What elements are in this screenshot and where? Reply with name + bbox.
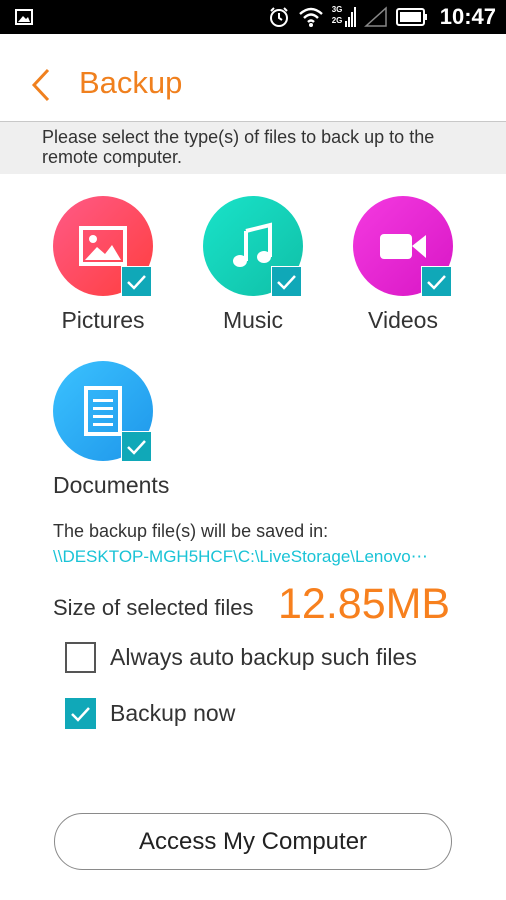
- documents-label: Documents: [53, 472, 170, 498]
- documents-checkmark[interactable]: [121, 431, 152, 462]
- document-icon: [84, 386, 122, 436]
- checkmark-icon: [427, 275, 446, 290]
- network-label-2g: 2G: [331, 16, 343, 25]
- wifi-icon: [298, 7, 323, 27]
- music-checkmark[interactable]: [271, 266, 302, 297]
- save-location-path[interactable]: \\DESKTOP-MGH5HCF\C:\LiveStorage\Lenovo⋯: [53, 547, 468, 567]
- music-label: Music: [222, 307, 284, 333]
- instruction-text: Please select the type(s) of files to ba…: [42, 127, 435, 167]
- auto-backup-label: Always auto backup such files: [110, 644, 417, 670]
- file-type-videos[interactable]: Videos: [348, 196, 458, 336]
- video-camera-icon: [380, 234, 426, 259]
- checkmark-icon: [71, 707, 90, 722]
- videos-label: Videos: [368, 307, 438, 333]
- instruction-banner: Please select the type(s) of files to ba…: [0, 122, 506, 174]
- network-label-3g: 3G: [331, 5, 343, 14]
- no-signal-icon: [363, 6, 387, 27]
- picture-icon: [79, 226, 127, 266]
- alarm-icon: [269, 7, 288, 27]
- battery-icon: [395, 8, 427, 26]
- app-header: Backup: [0, 34, 506, 122]
- pictures-checkmark[interactable]: [121, 266, 152, 297]
- page-title: Backup: [79, 65, 183, 100]
- chevron-left-icon[interactable]: [30, 67, 52, 103]
- checkmark-icon: [127, 440, 146, 455]
- checkmark-icon: [277, 275, 296, 290]
- signal-icon: 3G 2G: [332, 5, 356, 29]
- auto-backup-checkbox[interactable]: [65, 642, 96, 673]
- access-my-computer-button[interactable]: Access My Computer: [54, 813, 452, 870]
- file-type-music[interactable]: Music: [198, 196, 308, 336]
- file-type-documents[interactable]: Documents: [48, 361, 169, 501]
- image-notification-icon: [15, 9, 33, 25]
- music-note-icon: [233, 222, 272, 267]
- backup-now-checkbox[interactable]: [65, 698, 96, 729]
- backup-now-label: Backup now: [110, 700, 236, 726]
- selected-size-label: Size of selected files: [53, 595, 254, 620]
- checkmark-icon: [127, 275, 146, 290]
- status-bar: 3G 2G 10:47: [0, 0, 506, 34]
- videos-checkmark[interactable]: [421, 266, 452, 297]
- file-type-pictures[interactable]: Pictures: [48, 196, 158, 336]
- selected-size-value: 12.85MB: [278, 580, 451, 628]
- clock-time: 10:47: [439, 4, 496, 29]
- pictures-label: Pictures: [61, 307, 145, 333]
- save-location-label: The backup file(s) will be saved in:: [53, 521, 329, 541]
